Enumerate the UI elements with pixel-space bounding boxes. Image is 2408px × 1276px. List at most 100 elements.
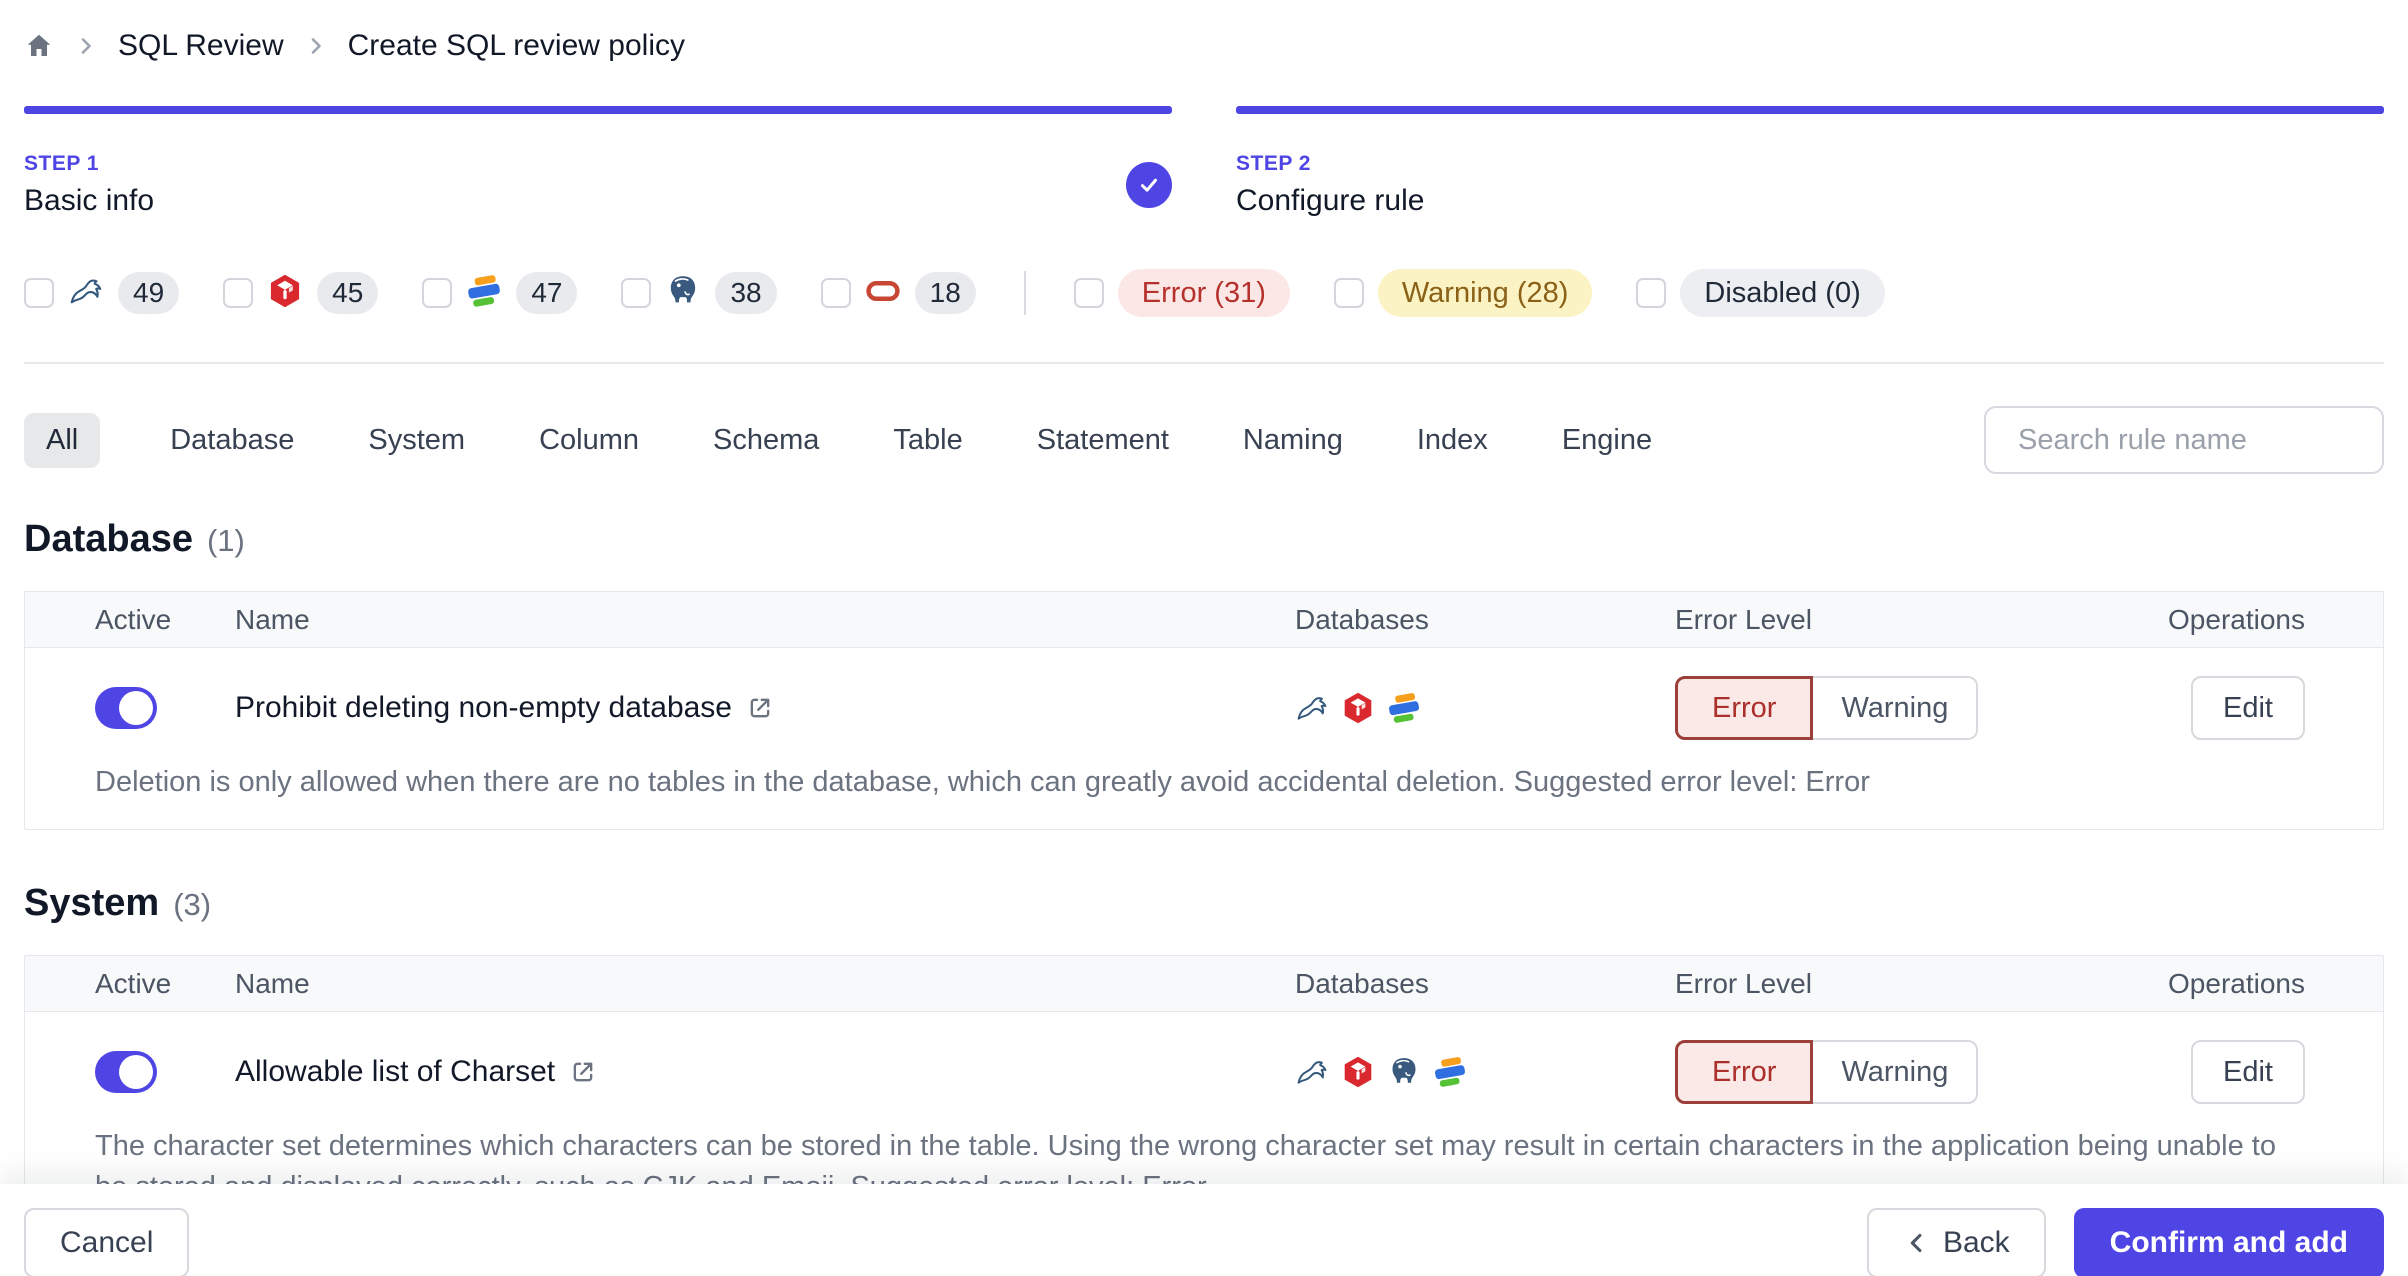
filter-warning: Warning (28) [1333,269,1593,317]
step-1-progress-bar [24,106,1172,114]
breadcrumb-sql-review[interactable]: SQL Review [118,29,284,63]
step-1: STEP 1 Basic info [24,106,1172,218]
section-title: System [24,882,160,924]
oceanbase-filter-checkbox[interactable] [422,278,453,308]
section-count: (3) [173,887,212,922]
oceanbase-engine-icon [1387,691,1421,725]
disabled-filter-checkbox[interactable] [1636,278,1667,308]
tab-naming[interactable]: Naming [1239,413,1347,468]
filter-engine-tidb: 45 [223,272,379,314]
mysql-filter-checkbox[interactable] [24,278,54,308]
error-level-segmented-control: Error Warning [1675,676,2085,740]
oceanbase-count-badge: 47 [516,272,578,314]
error-level-error-button[interactable]: Error [1675,1040,1814,1104]
section-count: (1) [206,523,245,558]
col-databases: Databases [1295,603,1429,635]
chevron-right-icon [304,34,328,58]
tidb-engine-icon [1341,1055,1375,1089]
oracle-count-badge: 18 [914,272,976,314]
filter-bar: 49 45 47 38 18 Error (31) Warning (28) D… [24,269,2384,317]
col-name: Name [235,967,310,999]
tab-system[interactable]: System [364,413,469,468]
filter-engine-postgres: 38 [621,272,777,314]
table-header-row: Active Name Databases Error Level Operat… [25,592,2383,648]
home-icon[interactable] [24,31,54,61]
tab-column[interactable]: Column [535,413,643,468]
mysql-engine-icon [68,273,104,309]
chevron-right-icon [74,34,98,58]
rule-databases [1295,691,1675,725]
cancel-button[interactable]: Cancel [24,1208,190,1276]
oceanbase-engine-icon [466,273,502,309]
tab-index[interactable]: Index [1413,413,1492,468]
tab-database[interactable]: Database [166,413,298,468]
section-header-system: System (3) [24,882,2384,925]
tidb-engine-icon [267,273,303,309]
external-link-icon[interactable] [746,694,774,722]
rule-active-toggle[interactable] [95,687,157,729]
filter-divider [1023,271,1026,315]
tidb-engine-icon [1341,691,1375,725]
filter-engine-oceanbase: 47 [422,272,578,314]
edit-button[interactable]: Edit [2191,676,2305,740]
search-input[interactable] [2018,423,2395,457]
mysql-engine-icon [1295,691,1329,725]
oceanbase-engine-icon [1433,1055,1467,1089]
step-1-completed-check-icon [1126,162,1172,208]
confirm-and-add-button[interactable]: Confirm and add [2073,1208,2384,1276]
section-header-database: Database (1) [24,518,2384,561]
error-count-badge: Error (31) [1117,269,1290,317]
postgres-count-badge: 38 [715,272,777,314]
error-level-warning-button[interactable]: Warning [1813,676,1979,740]
mysql-count-badge: 49 [118,272,180,314]
rule-active-toggle[interactable] [95,1051,157,1093]
edit-button[interactable]: Edit [2191,1040,2305,1104]
col-databases: Databases [1295,967,1429,999]
filter-engine-oracle: 18 [820,272,976,314]
tab-engine[interactable]: Engine [1558,413,1656,468]
footer-action-bar: Cancel Back Confirm and add [0,1184,2408,1276]
filter-error: Error (31) [1073,269,1290,317]
tab-all[interactable]: All [24,412,101,468]
postgres-filter-checkbox[interactable] [621,278,652,308]
disabled-count-badge: Disabled (0) [1680,269,1885,317]
stepper: STEP 1 Basic info STEP 2 Configure rule [24,106,2384,218]
error-level-warning-button[interactable]: Warning [1813,1040,1979,1104]
rule-name: Allowable list of Charset [235,1055,1295,1089]
step-1-title: Basic info [24,184,155,217]
error-level-segmented-control: Error Warning [1675,1040,2085,1104]
warning-count-badge: Warning (28) [1377,269,1593,317]
external-link-icon[interactable] [569,1058,597,1086]
mysql-engine-icon [1295,1055,1329,1089]
table-header-row: Active Name Databases Error Level Operat… [25,956,2383,1012]
error-level-error-button[interactable]: Error [1675,676,1814,740]
step-2-label: STEP 2 [1236,152,1311,175]
filter-engine-mysql: 49 [24,272,180,314]
rule-name: Prohibit deleting non-empty database [235,691,1295,725]
step-2: STEP 2 Configure rule [1236,106,2384,218]
col-active: Active [95,603,172,635]
oracle-filter-checkbox[interactable] [820,278,851,308]
warning-filter-checkbox[interactable] [1333,278,1364,308]
col-error-level: Error Level [1675,967,1812,999]
breadcrumb: SQL Review Create SQL review policy [24,26,2384,66]
error-filter-checkbox[interactable] [1073,278,1104,308]
section-title: Database [24,518,193,560]
category-tabs: All Database System Column Schema Table … [24,412,1984,468]
section-divider [24,362,2384,364]
rule-databases [1295,1055,1675,1089]
tab-table[interactable]: Table [889,413,966,468]
col-error-level: Error Level [1675,603,1812,635]
tidb-filter-checkbox[interactable] [223,278,254,308]
back-button[interactable]: Back [1866,1208,2046,1276]
create-sql-review-policy-page: SQL Review Create SQL review policy STEP… [0,26,2408,1276]
tab-statement[interactable]: Statement [1033,413,1173,468]
tab-schema[interactable]: Schema [709,413,823,468]
database-rules-table: Active Name Databases Error Level Operat… [24,591,2384,830]
col-operations: Operations [2168,967,2305,999]
postgres-engine-icon [665,273,701,309]
postgres-engine-icon [1387,1055,1421,1089]
search-box [1984,406,2395,474]
step-2-title: Configure rule [1236,184,1425,217]
breadcrumb-current-page: Create SQL review policy [347,29,685,62]
